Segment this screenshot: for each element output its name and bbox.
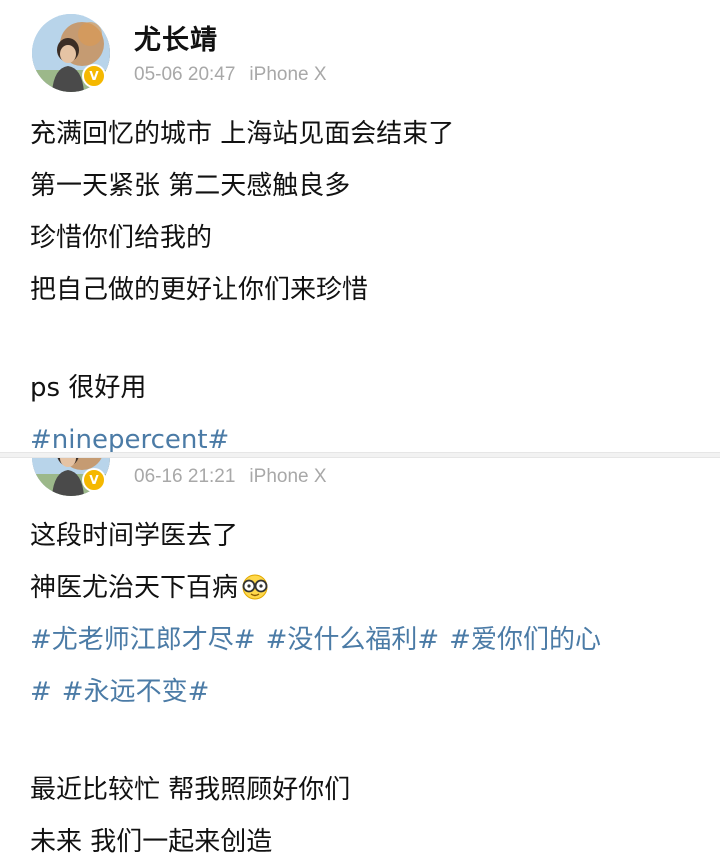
post-source: iPhone X xyxy=(249,64,327,85)
post-text-line: 珍惜你们给我的 xyxy=(30,223,213,253)
hashtag-link[interactable]: #尤老师江郎才尽# xyxy=(30,625,256,655)
post-text-line: 充满回忆的城市 上海站见面会结束了 xyxy=(30,119,455,149)
post-text-line: 把自己做的更好让你们来珍惜 xyxy=(30,275,369,305)
hashtag-link[interactable]: #没什么福利# xyxy=(266,625,440,655)
hashtag-link[interactable]: #ninepercent# xyxy=(30,425,229,455)
post-1: V 尤长靖 05-06 20:47 iPhone X 充满回忆的城市 上海站见面会… xyxy=(0,0,720,455)
nerd-glasses-emoji-icon xyxy=(242,574,268,600)
post-text-line: ps 很好用 xyxy=(30,373,147,403)
post-2: V 06-16 21:21 iPhone X 这段时间学医去了 神医尤治天下百病 … xyxy=(0,458,720,860)
post-meta: 05-06 20:47 iPhone X xyxy=(134,64,327,86)
hashtag-link[interactable]: # xyxy=(30,677,52,707)
post-meta: 06-16 21:21 iPhone X xyxy=(134,466,327,488)
hashtag-link[interactable]: #爱你们的心 xyxy=(449,625,601,655)
username[interactable]: 尤长靖 xyxy=(134,18,218,57)
verified-badge-icon: V xyxy=(82,468,106,492)
post-text-line: 神医尤治天下百病 xyxy=(30,573,239,603)
post-text-line: 最近比较忙 帮我照顾好你们 xyxy=(30,775,351,805)
post-text-line: 这段时间学医去了 xyxy=(30,521,239,551)
post-time: 05-06 20:47 xyxy=(134,64,236,85)
post-source: iPhone X xyxy=(249,466,327,487)
verified-badge-icon: V xyxy=(82,64,106,88)
post-body: 这段时间学医去了 神医尤治天下百病 #尤老师江郎才尽# #没什么福利# #爱你们的心… xyxy=(30,510,700,860)
post-text-line: 未来 我们一起来创造 xyxy=(30,827,273,857)
post-body: 充满回忆的城市 上海站见面会结束了 第一天紧张 第二天感触良多 珍惜你们给我的 … xyxy=(30,108,700,466)
post-text-line: 第一天紧张 第二天感触良多 xyxy=(30,171,351,201)
post-time: 06-16 21:21 xyxy=(134,466,236,487)
hashtag-link[interactable]: #永远不变# xyxy=(62,677,210,707)
